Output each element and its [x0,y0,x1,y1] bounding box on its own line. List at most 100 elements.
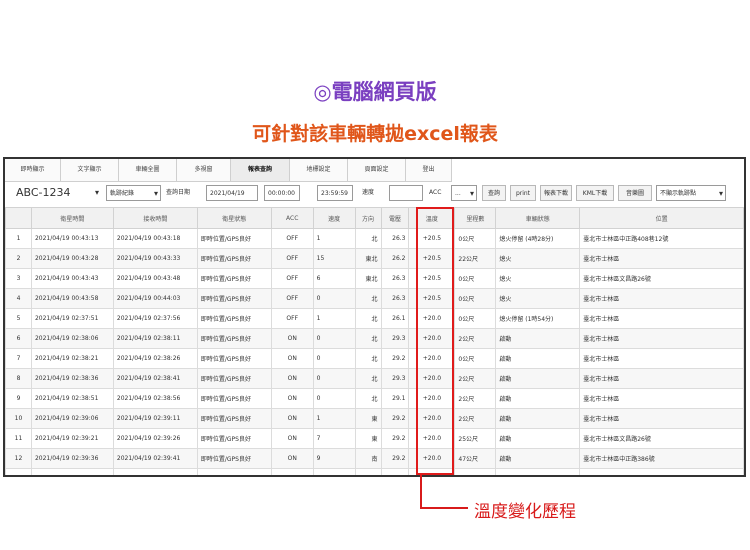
row-index: 2 [5,248,32,269]
direction-cell: 北 [354,368,382,389]
gps-time-cell: 2021/04/19 02:39:36 [30,448,114,469]
kml-download-button[interactable]: KML下載 [576,185,614,201]
col-vehicle-status[interactable]: 車輛狀態 [495,207,581,229]
gps-time-cell: 2021/04/19 00:43:28 [30,248,114,269]
vehicle-status-cell: 啟動 [495,368,581,389]
export-report-button[interactable]: 報表下載 [540,185,572,201]
direction-cell: 北 [354,228,382,249]
row-index: 1 [5,228,32,249]
tab-text-view[interactable]: 文字顯示 [61,159,119,182]
route-point-select[interactable]: 不顯示軌跡點 [656,185,726,201]
col-location[interactable]: 位置 [579,207,744,229]
speed-input[interactable] [389,185,423,201]
tab-report-query[interactable]: 報表查詢 [231,159,290,182]
table-row[interactable]: 8 2021/04/19 02:38:36 2021/04/19 02:38:41 即… [5,368,744,389]
vehicle-status-cell: 熄火停留 (1時54分) [495,308,581,329]
location-cell: 臺北市士林區 [579,368,744,389]
direction-cell: 東 [354,408,382,429]
mileage-cell: 2公尺 [454,388,497,409]
gps-status-cell: 即時位置/GPS良好 [196,448,272,469]
table-row[interactable]: 132021/04/19 02:40:052021/04/19 02:40:10… [5,468,744,475]
vehicle-status-cell: 啟動 [495,468,581,475]
tab-landmark-settings[interactable]: 地標設定 [290,159,348,182]
direction-cell: 北 [354,348,382,369]
vehicle-status-cell: 啟動 [495,448,581,469]
gps-status-cell: 即時位置/GPS良好 [196,308,272,329]
mileage-cell: 0公尺 [454,288,497,309]
vehicle-plate-select[interactable]: ABC-1234 [13,185,101,201]
table-row[interactable]: 11 2021/04/19 02:39:21 2021/04/19 02:39:26… [5,428,744,449]
table-row[interactable]: 10 2021/04/19 02:39:06 2021/04/19 02:39:11… [5,408,744,429]
col-gps-time[interactable]: 衛星時間 [30,207,114,229]
time-to-input[interactable]: 23:59:59 [317,185,353,201]
direction-cell: 北 [354,288,382,309]
table-row[interactable]: 12 2021/04/19 02:39:36 2021/04/19 02:39:41… [5,448,744,469]
row-index: 12 [5,448,32,469]
voltage-cell: 29.0 [380,468,410,475]
temperature-annotation: 溫度變化歷程 [474,502,576,522]
table-row[interactable]: 4 2021/04/19 00:43:58 2021/04/19 00:44:03 即… [5,288,744,309]
table-header-row: 衛星時間 接收時間 衛星狀態 ACC 速度 方向 電壓 溫度 里程數 車輛狀態 … [5,207,744,229]
query-button[interactable]: 查詢 [482,185,506,201]
col-receive-time[interactable]: 接收時間 [112,207,198,229]
direction-cell: 東北 [354,248,382,269]
receive-time-cell: 2021/04/19 02:39:41 [112,448,198,469]
speed-cell: 0 [312,368,356,389]
tab-multi-window[interactable]: 多視窗 [177,159,231,182]
gps-time-cell: 2021/04/19 02:38:21 [30,348,114,369]
col-acc[interactable]: ACC [270,207,314,229]
voltage-cell: 29.2 [380,448,410,469]
receive-time-cell: 2021/04/19 02:38:56 [112,388,198,409]
acc-select[interactable]: ... [451,185,477,201]
speed-cell: 6 [312,268,356,289]
col-direction[interactable]: 方向 [354,207,382,229]
tab-logout[interactable]: 登出 [406,159,452,182]
speed-cell: 1 [312,408,356,429]
gps-time-cell: 2021/04/19 00:43:43 [30,268,114,289]
table-row[interactable]: 6 2021/04/19 02:38:06 2021/04/19 02:38:11 即… [5,328,744,349]
speed-cell: 9 [312,448,356,469]
time-from-input[interactable]: 00:00:00 [264,185,300,201]
gps-status-cell: 即時位置/GPS良好 [196,428,272,449]
print-button[interactable]: print [510,185,536,201]
date-label: 查詢日期 [166,189,191,196]
gps-time-cell: 2021/04/19 02:38:51 [30,388,114,409]
direction-cell: 北 [354,328,382,349]
table-row[interactable]: 7 2021/04/19 02:38:21 2021/04/19 02:38:26 即… [5,348,744,369]
acc-cell: ON [270,348,314,369]
col-voltage[interactable]: 電壓 [380,207,410,229]
receive-time-cell: 2021/04/19 02:38:41 [112,368,198,389]
tab-page-settings[interactable]: 頁面設定 [348,159,406,182]
acc-cell: OFF [270,288,314,309]
table-row[interactable]: 2 2021/04/19 00:43:28 2021/04/19 00:43:33 即… [5,248,744,269]
table-row[interactable]: 5 2021/04/19 02:37:51 2021/04/19 02:37:56 即… [5,308,744,329]
location-cell: 臺北市士林區 [579,388,744,409]
gps-status-cell: 即時位置/GPS良好 [196,248,272,269]
tab-realtime[interactable]: 即時顯示 [5,159,61,182]
gps-status-cell: 即時位置/GPS良好 [196,388,272,409]
vehicle-status-cell: 啟動 [495,428,581,449]
history-type-select[interactable]: 軌跡紀錄 [106,185,161,201]
table-row[interactable]: 1 2021/04/19 00:43:13 2021/04/19 00:43:18 即… [5,228,744,249]
col-gps-status[interactable]: 衛星狀態 [196,207,272,229]
tab-vehicle-map[interactable]: 車輛全圖 [119,159,177,182]
col-speed[interactable]: 速度 [312,207,356,229]
gps-time-cell: 2021/04/19 00:43:58 [30,288,114,309]
acc-cell: ON [270,368,314,389]
vehicle-status-cell: 熄火 [495,268,581,289]
date-input[interactable]: 2021/04/19 [206,185,258,201]
voltage-cell: 29.2 [380,428,410,449]
receive-time-cell: 2021/04/19 02:40:10 [112,468,198,475]
location-cell: 臺北市士林區文昌路26號 [579,268,744,289]
acc-cell: ON [270,448,314,469]
col-mileage[interactable]: 里程數 [454,207,497,229]
table-row[interactable]: 9 2021/04/19 02:38:51 2021/04/19 02:38:56 即… [5,388,744,409]
gps-status-cell: 即時位置/GPS良好 [196,328,272,349]
full-map-button[interactable]: 音樂圖 [618,185,652,201]
table-row[interactable]: 3 2021/04/19 00:43:43 2021/04/19 00:43:48 即… [5,268,744,289]
page-title: ◎電腦網頁版 [313,80,437,104]
gps-status-cell: 即時位置/GPS良好 [196,228,272,249]
voltage-cell: 26.3 [380,288,410,309]
gps-time-cell: 2021/04/19 02:38:06 [30,328,114,349]
speed-cell: 1 [312,228,356,249]
